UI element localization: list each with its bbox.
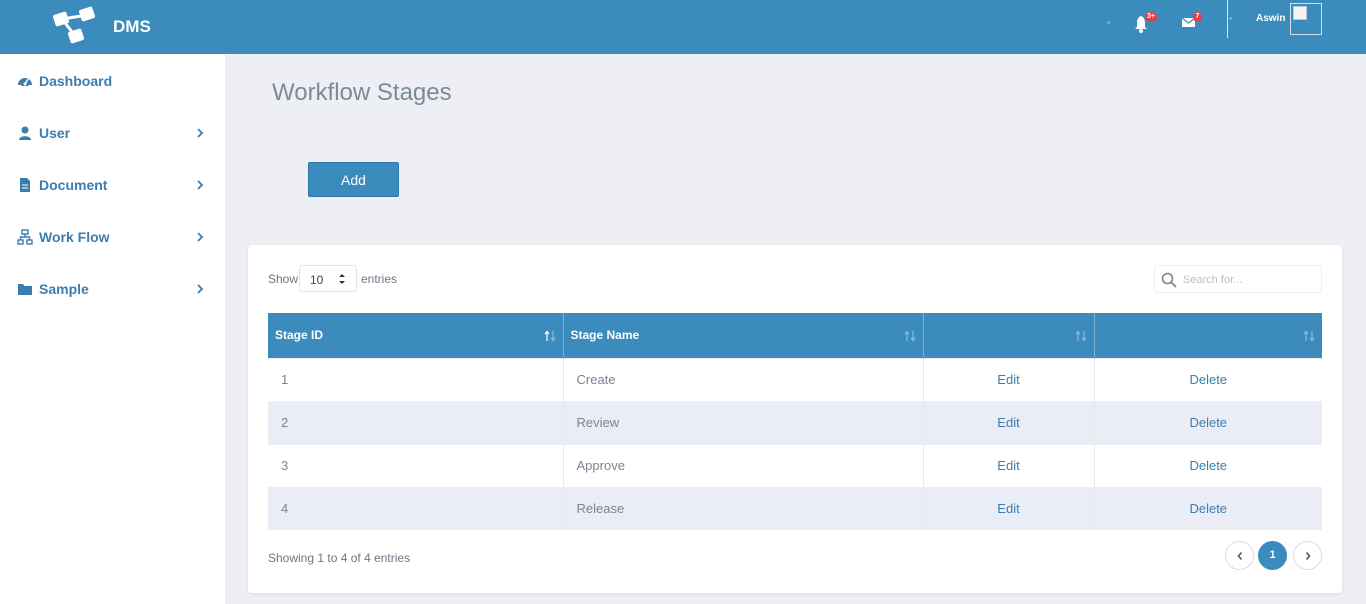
sidebar-item-dashboard[interactable]: Dashboard	[0, 73, 225, 125]
delete-cell: Delete	[1094, 400, 1322, 444]
stage-name-cell: Approve	[563, 443, 924, 487]
sidebar-item-label: Dashboard	[39, 73, 113, 89]
entries-label: entries	[361, 272, 398, 286]
sort-select-icon	[339, 274, 345, 284]
sidebar-item-sample[interactable]: Sample	[0, 281, 225, 333]
separator-dot	[1107, 21, 1110, 24]
edit-link[interactable]: Edit	[997, 458, 1019, 473]
chevron-left-icon	[1237, 551, 1243, 561]
separator-dot	[1229, 17, 1232, 20]
stage-id-cell: 1	[268, 357, 564, 401]
topbar-divider	[1227, 0, 1228, 38]
stage-name-cell: Review	[563, 400, 924, 444]
tachometer-icon	[18, 78, 32, 86]
stages-table: Stage ID Stage Name 1 Create Edit Delete…	[268, 313, 1322, 530]
delete-link[interactable]: Delete	[1189, 372, 1227, 387]
delete-link[interactable]: Delete	[1189, 415, 1227, 430]
brand-name[interactable]: DMS	[113, 17, 151, 37]
stage-name-cell: Create	[563, 357, 924, 401]
show-label: Show	[268, 272, 299, 286]
top-navbar: DMS 3+ 7 Aswin	[0, 0, 1366, 54]
table-row: 3 Approve Edit Delete	[268, 443, 1322, 487]
sidebar-item-label: Sample	[39, 281, 89, 297]
page-length-value: 10	[310, 273, 324, 287]
chevron-right-icon	[197, 232, 204, 242]
table-row: 1 Create Edit Delete	[268, 357, 1322, 401]
stage-id-cell: 4	[268, 486, 564, 530]
edit-cell: Edit	[923, 400, 1095, 444]
search-icon	[1161, 272, 1177, 288]
search-input[interactable]	[1183, 270, 1318, 290]
column-header-delete[interactable]	[1094, 313, 1322, 358]
sidebar-item-workflow[interactable]: Work Flow	[0, 229, 225, 281]
delete-cell: Delete	[1094, 486, 1322, 530]
table-row: 4 Release Edit Delete	[268, 486, 1322, 530]
sidebar-item-label: Document	[39, 177, 108, 193]
page-length-select[interactable]: 10	[299, 265, 357, 292]
messages-badge: 7	[1193, 12, 1202, 22]
previous-page-button[interactable]	[1225, 541, 1254, 570]
column-header-stage-id[interactable]: Stage ID	[268, 313, 564, 358]
stage-id-cell: 3	[268, 443, 564, 487]
avatar[interactable]	[1290, 3, 1322, 35]
sidebar: Dashboard User Document Work Flow Sample	[0, 54, 225, 604]
sort-icon	[904, 330, 915, 342]
delete-cell: Delete	[1094, 443, 1322, 487]
edit-cell: Edit	[923, 357, 1095, 401]
broken-image-icon	[1293, 6, 1307, 20]
sort-asc-icon	[544, 330, 555, 342]
sidebar-item-user[interactable]: User	[0, 125, 225, 177]
delete-link[interactable]: Delete	[1189, 501, 1227, 516]
edit-cell: Edit	[923, 486, 1095, 530]
stages-card: Show 10 entries Stage ID	[248, 245, 1342, 593]
notifications-badge: 3+	[1145, 12, 1157, 22]
sort-icon	[1303, 330, 1315, 342]
file-icon	[20, 178, 30, 192]
table-info: Showing 1 to 4 of 4 entries	[268, 551, 411, 565]
sidebar-item-document[interactable]: Document	[0, 177, 225, 229]
delete-cell: Delete	[1094, 357, 1322, 401]
next-page-button[interactable]	[1293, 541, 1322, 570]
stage-name-cell: Release	[563, 486, 924, 530]
column-header-label: Stage ID	[275, 328, 324, 343]
edit-cell: Edit	[923, 443, 1095, 487]
add-button[interactable]: Add	[308, 162, 399, 197]
folder-icon	[18, 284, 32, 295]
edit-link[interactable]: Edit	[997, 415, 1019, 430]
table-row: 2 Review Edit Delete	[268, 400, 1322, 444]
column-header-stage-name[interactable]: Stage Name	[563, 313, 924, 358]
table-header-row: Stage ID Stage Name	[268, 313, 1322, 358]
sidebar-item-label: Work Flow	[39, 229, 110, 245]
page-button-1[interactable]: 1	[1258, 541, 1287, 570]
edit-link[interactable]: Edit	[997, 372, 1019, 387]
user-icon	[19, 126, 31, 140]
edit-link[interactable]: Edit	[997, 501, 1019, 516]
delete-link[interactable]: Delete	[1189, 458, 1227, 473]
search-box[interactable]	[1154, 265, 1322, 293]
user-name[interactable]: Aswin	[1256, 13, 1285, 24]
chevron-right-icon	[197, 128, 204, 138]
chevron-right-icon	[197, 180, 204, 190]
column-header-label: Stage Name	[570, 328, 640, 343]
sort-icon	[1075, 330, 1086, 342]
chevron-right-icon	[197, 284, 204, 294]
chevron-right-icon	[1305, 551, 1311, 561]
page-title: Workflow Stages	[272, 79, 452, 106]
sitemap-icon	[17, 229, 33, 245]
sidebar-item-label: User	[39, 125, 71, 141]
column-header-edit[interactable]	[923, 313, 1095, 358]
dms-logo-icon[interactable]	[52, 5, 98, 45]
stage-id-cell: 2	[268, 400, 564, 444]
